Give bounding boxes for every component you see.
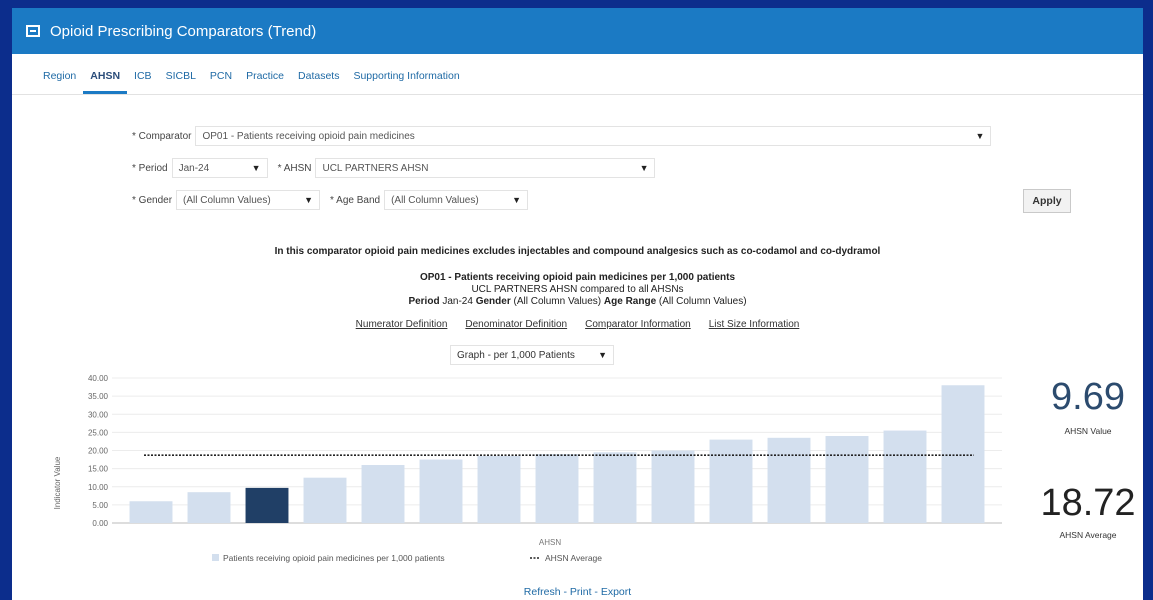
bar [477,455,521,523]
tab-ahsn[interactable]: AHSN [83,70,128,94]
y-tick-label: 20.00 [88,447,109,456]
bar [303,477,347,523]
gender-label: * Gender [132,194,173,206]
numerator-definition-link[interactable]: Numerator Definition [356,319,448,330]
y-tick-label: 0.00 [92,519,108,528]
ahsn-value: UCL PARTNERS AHSN [322,162,429,174]
comparator-select[interactable]: OP01 - Patients receiving opioid pain me… [195,126,992,146]
x-axis-label: AHSN [539,538,561,547]
export-link[interactable]: Export [601,586,631,598]
ahsn-average-kpi: 18.72 [1040,482,1136,524]
chevron-down-icon: ▼ [251,163,261,173]
print-link[interactable]: Print [570,586,592,598]
period-ahsn-row: * Period Jan-24 ▼ * AHSN UCL PARTNERS AH… [132,158,656,178]
tab-bar: Region AHSN ICB SICBL PCN Practice Datas… [12,54,1143,95]
bar [825,436,869,523]
app-window: Opioid Prescribing Comparators (Trend) R… [0,0,1153,600]
bar-chart: 0.00 5.00 10.00 15.00 20.00 25.00 30.00 35.00 40… [53,374,1002,563]
ahsn-average-label: AHSN Average [1059,530,1117,540]
ahsn-value-label: AHSN Value [1064,426,1112,436]
comparator-value: OP01 - Patients receiving opioid pain me… [202,130,415,142]
gender-value: (All Column Values) [183,194,271,206]
footer-separator: - [591,586,601,598]
chart-legend: Patients receiving opioid pain medicines… [212,553,602,563]
legend-bar-label: Patients receiving opioid pain medicines… [223,553,445,563]
period-label: * Period [132,162,168,174]
tab-icb[interactable]: ICB [127,70,159,94]
chart-title: OP01 - Patients receiving opioid pain me… [419,272,736,283]
exclusion-note: In this comparator opioid pain medicines… [274,246,881,257]
dashboard-icon [26,25,40,37]
graph-type-value: Graph - per 1,000 Patients [457,349,575,361]
y-tick-label: 5.00 [92,501,108,510]
ahsn-value-kpi: 9.69 [1051,376,1125,418]
bar [361,465,405,523]
y-tick-label: 40.00 [88,374,109,383]
y-tick-label: 30.00 [88,410,109,419]
period-summary-value: Jan-24 [442,296,473,307]
window-title: Opioid Prescribing Comparators (Trend) [50,22,317,40]
period-summary-label: Period [408,296,440,307]
definition-links: Numerator Definition Denominator Definit… [12,319,1143,330]
y-tick-label: 35.00 [88,392,109,401]
title-bar: Opioid Prescribing Comparators (Trend) [12,8,1143,54]
age-summary-label: Age Range [603,296,657,307]
gender-summary-label: Gender [475,296,511,307]
filter-summary: Period Jan-24 Gender (All Column Values)… [12,296,1143,307]
ahsn-label: * AHSN [277,162,312,174]
bar [651,450,695,523]
age-band-value: (All Column Values) [391,194,479,206]
comparator-information-link[interactable]: Comparator Information [585,319,691,330]
denominator-definition-link[interactable]: Denominator Definition [465,319,567,330]
tab-practice[interactable]: Practice [239,70,291,94]
bar [709,439,753,523]
y-axis-label: Indicator Value [53,456,62,509]
y-tick-label: 25.00 [88,428,109,437]
list-size-information-link[interactable]: List Size Information [709,319,800,330]
period-select[interactable]: Jan-24 ▼ [171,158,268,178]
tab-datasets[interactable]: Datasets [291,70,346,94]
y-axis-ticks: 0.00 5.00 10.00 15.00 20.00 25.00 30.00 35.00 40… [88,374,109,528]
bar [593,452,637,523]
y-tick-label: 10.00 [88,483,109,492]
comparison-note: UCL PARTNERS AHSN compared to all AHSNs [471,284,684,295]
bar [883,430,927,523]
age-summary-value: (All Column Values) [658,296,747,307]
age-band-select[interactable]: (All Column Values) ▼ [384,190,529,210]
comparator-row: * Comparator OP01 - Patients receiving o… [132,126,992,146]
bar [419,459,463,523]
chart-bars [129,385,985,523]
refresh-link[interactable]: Refresh [524,586,561,598]
chevron-down-icon: ▼ [512,195,522,205]
footer-separator: - [560,586,570,598]
bar-highlighted [245,487,289,523]
chevron-down-icon: ▼ [639,163,649,173]
bar [767,437,811,523]
gender-select[interactable]: (All Column Values) ▼ [176,190,321,210]
graph-type-select[interactable]: Graph - per 1,000 Patients ▼ [450,345,614,365]
tab-supporting-information[interactable]: Supporting Information [346,70,466,94]
comparator-label: * Comparator [132,130,192,142]
gender-age-row: * Gender (All Column Values) ▼ * Age Ban… [132,190,529,210]
gender-summary-value: (All Column Values) [513,296,602,307]
y-tick-label: 15.00 [88,465,109,474]
ahsn-select[interactable]: UCL PARTNERS AHSN ▼ [315,158,656,178]
bar [187,492,231,523]
chevron-down-icon: ▼ [304,195,314,205]
tab-pcn[interactable]: PCN [203,70,239,94]
bar [941,385,985,523]
report-footer: Refresh - Print - Export [12,586,1143,598]
legend-average-label: AHSN Average [545,553,602,563]
chevron-down-icon: ▼ [975,131,985,141]
apply-button[interactable]: Apply [1023,189,1071,213]
tab-sicbl[interactable]: SICBL [159,70,203,94]
age-band-label: * Age Band [330,194,381,206]
period-value: Jan-24 [178,162,210,174]
bar [129,501,173,523]
legend-bar-swatch [212,554,219,561]
chevron-down-icon: ▼ [598,350,607,360]
bar [535,454,579,523]
tab-region[interactable]: Region [36,70,83,94]
